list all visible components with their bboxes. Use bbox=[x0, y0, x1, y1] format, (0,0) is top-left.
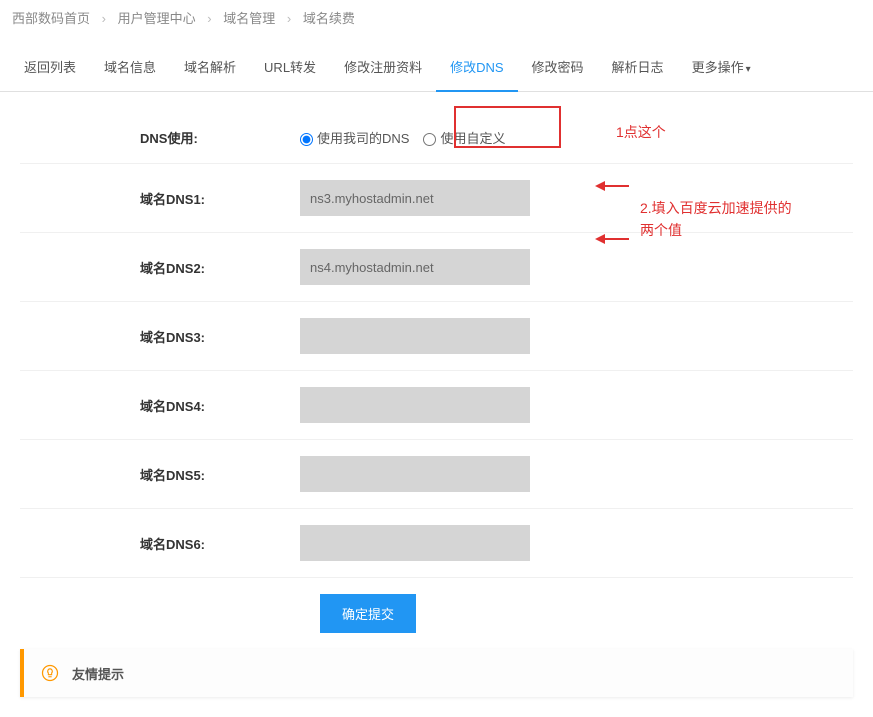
dns4-input[interactable] bbox=[300, 387, 530, 423]
dns3-label: 域名DNS3: bbox=[20, 327, 300, 346]
tab-return-list[interactable]: 返回列表 bbox=[10, 43, 90, 91]
chevron-down-icon: ▾ bbox=[746, 64, 751, 75]
radio-custom-label: 使用自定义 bbox=[440, 131, 505, 146]
dns5-label: 域名DNS5: bbox=[20, 465, 300, 484]
tab-url-forward[interactable]: URL转发 bbox=[250, 43, 330, 91]
tab-domain-info[interactable]: 域名信息 bbox=[90, 43, 170, 91]
tab-domain-resolution[interactable]: 域名解析 bbox=[170, 43, 250, 91]
submit-button[interactable]: 确定提交 bbox=[320, 594, 416, 633]
dns2-label: 域名DNS2: bbox=[20, 258, 300, 277]
form-area: 1点这个 2.填入百度云加速提供的 两个值 DNS使用: 使用我司的DNS 使用… bbox=[0, 92, 873, 649]
tab-more-actions[interactable]: 更多操作▾ bbox=[678, 43, 765, 91]
dns4-label: 域名DNS4: bbox=[20, 396, 300, 415]
annotation-text-1: 1点这个 bbox=[616, 122, 666, 142]
radio-company-input[interactable] bbox=[300, 133, 313, 146]
tab-modify-password[interactable]: 修改密码 bbox=[518, 43, 598, 91]
form-row-dns6: 域名DNS6: bbox=[20, 509, 853, 578]
chevron-right-icon: › bbox=[207, 11, 211, 26]
bulb-icon bbox=[40, 663, 60, 683]
form-row-dns-use: DNS使用: 使用我司的DNS 使用自定义 bbox=[20, 112, 853, 164]
radio-custom-input[interactable] bbox=[423, 133, 436, 146]
chevron-right-icon: › bbox=[287, 11, 291, 26]
dns6-label: 域名DNS6: bbox=[20, 534, 300, 553]
dns6-input[interactable] bbox=[300, 525, 530, 561]
form-row-dns5: 域名DNS5: bbox=[20, 440, 853, 509]
tabs: 返回列表 域名信息 域名解析 URL转发 修改注册资料 修改DNS 修改密码 解… bbox=[0, 43, 873, 92]
breadcrumb-item[interactable]: 域名管理 bbox=[223, 11, 275, 26]
form-row-dns2: 域名DNS2: bbox=[20, 233, 853, 302]
breadcrumb-item[interactable]: 域名续费 bbox=[303, 11, 355, 26]
breadcrumb: 西部数码首页 › 用户管理中心 › 域名管理 › 域名续费 bbox=[0, 0, 873, 35]
chevron-right-icon: › bbox=[102, 11, 106, 26]
radio-custom-dns[interactable]: 使用自定义 bbox=[423, 128, 505, 147]
help-bar: 友情提示 bbox=[20, 649, 853, 697]
dns1-input[interactable] bbox=[300, 180, 530, 216]
dns3-input[interactable] bbox=[300, 318, 530, 354]
annotation-text-2: 2.填入百度云加速提供的 两个值 bbox=[640, 197, 792, 242]
tab-resolution-log[interactable]: 解析日志 bbox=[598, 43, 678, 91]
dns2-input[interactable] bbox=[300, 249, 530, 285]
form-row-dns4: 域名DNS4: bbox=[20, 371, 853, 440]
dns1-label: 域名DNS1: bbox=[20, 189, 300, 208]
dns-use-label: DNS使用: bbox=[20, 128, 300, 147]
tab-label: 更多操作 bbox=[692, 60, 744, 75]
radio-company-dns[interactable]: 使用我司的DNS bbox=[300, 128, 409, 147]
form-row-dns3: 域名DNS3: bbox=[20, 302, 853, 371]
tab-modify-dns[interactable]: 修改DNS bbox=[436, 43, 517, 92]
arrow-left-icon bbox=[595, 232, 631, 246]
radio-company-label: 使用我司的DNS bbox=[317, 131, 409, 146]
breadcrumb-item[interactable]: 用户管理中心 bbox=[118, 11, 196, 26]
help-title: 友情提示 bbox=[72, 664, 124, 683]
arrow-left-icon bbox=[595, 179, 631, 193]
submit-row: 确定提交 bbox=[20, 578, 853, 649]
tab-modify-registrant[interactable]: 修改注册资料 bbox=[330, 43, 436, 91]
breadcrumb-item[interactable]: 西部数码首页 bbox=[12, 11, 90, 26]
dns5-input[interactable] bbox=[300, 456, 530, 492]
